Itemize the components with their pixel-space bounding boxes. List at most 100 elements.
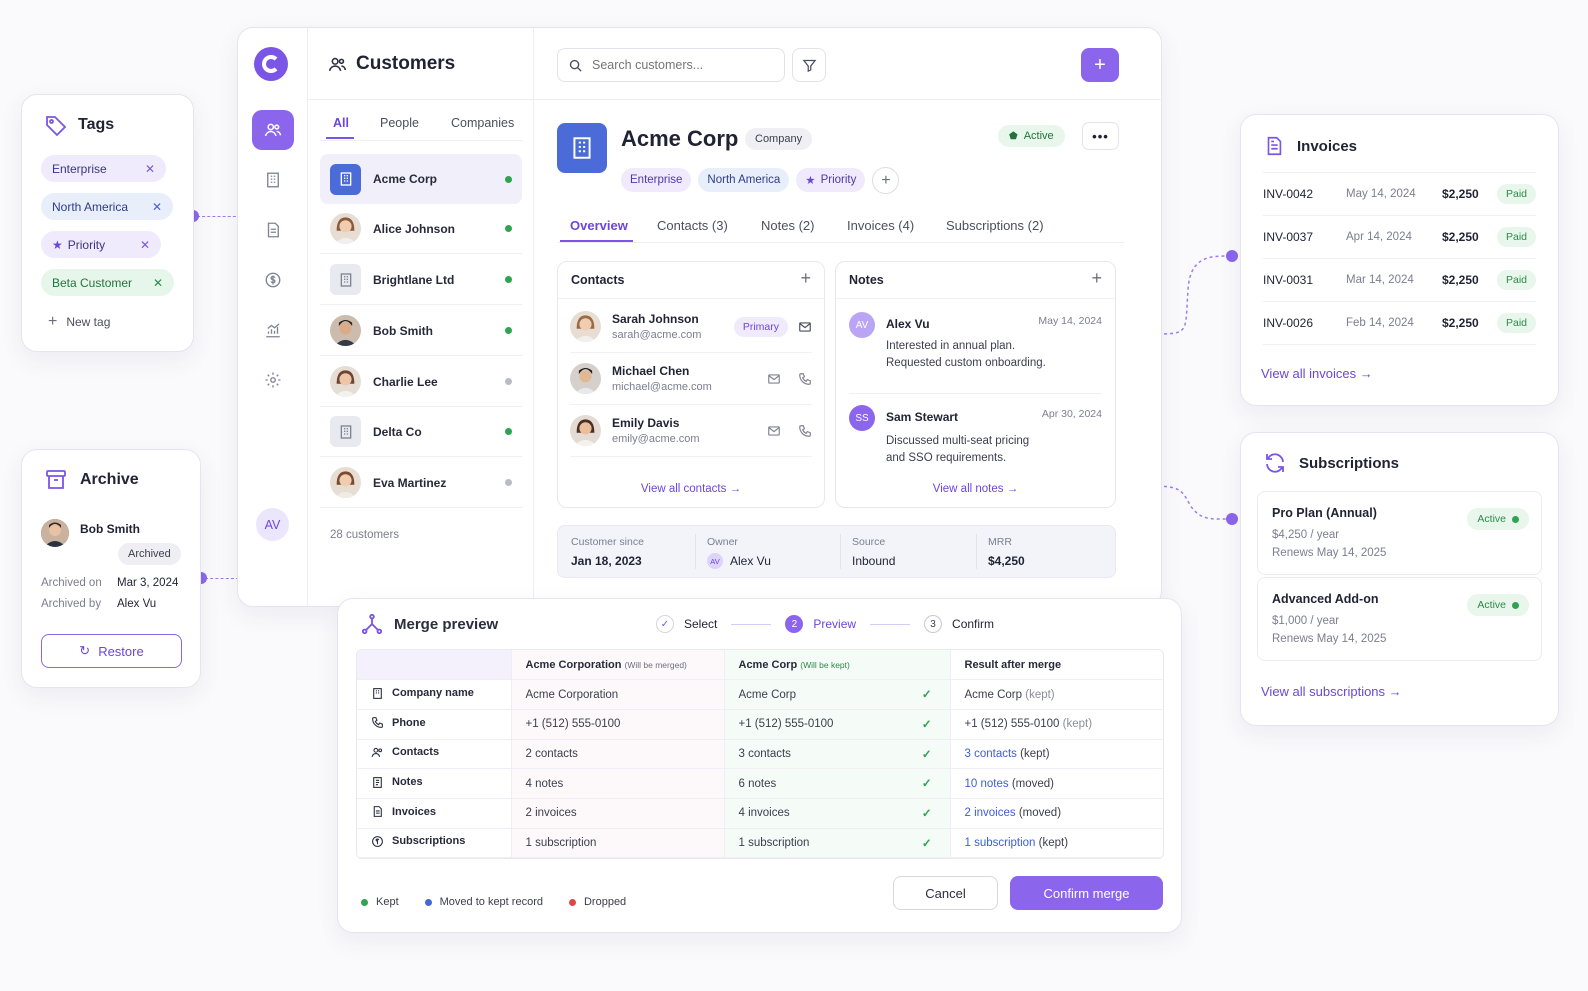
- contact-row[interactable]: Sarah Johnson sarah@acme.com Primary: [570, 301, 812, 353]
- subscription-item[interactable]: Advanced Add-on $1,000 / year Renews May…: [1257, 577, 1542, 661]
- legend-dropped: Dropped: [568, 896, 626, 908]
- customer-detail: + Acme Corp Company ⬟Active ••• Enterpri…: [534, 28, 1161, 606]
- add-customer-button[interactable]: +: [1081, 48, 1119, 82]
- more-button[interactable]: •••: [1082, 122, 1119, 150]
- tag-beta-customer[interactable]: Beta Customer ✕: [41, 269, 174, 296]
- app-logo[interactable]: [254, 47, 288, 81]
- phone-icon[interactable]: [798, 372, 812, 386]
- tag-enterprise[interactable]: Enterprise ✕: [41, 155, 166, 182]
- archived-name: Bob Smith: [80, 522, 140, 536]
- plus-icon: +: [48, 313, 58, 330]
- confirm-merge-button[interactable]: Confirm merge: [1010, 876, 1163, 910]
- legend-moved: Moved to kept record: [424, 896, 543, 908]
- list-item[interactable]: Alice Johnson: [320, 204, 522, 254]
- list-item[interactable]: Eva Martinez: [320, 458, 522, 508]
- status-badge: Active: [1467, 594, 1529, 616]
- tab-contacts[interactable]: Contacts (3): [657, 218, 728, 233]
- remove-icon[interactable]: ✕: [152, 200, 162, 214]
- users-icon: [264, 121, 282, 139]
- add-contact-button[interactable]: +: [800, 268, 811, 289]
- list-item[interactable]: Brightlane Ltd: [320, 255, 522, 305]
- cancel-button[interactable]: Cancel: [893, 876, 998, 910]
- archive-card: Archive Bob Smith Archived Archived on M…: [21, 449, 201, 688]
- restore-button[interactable]: ↻ Restore: [41, 634, 182, 668]
- tag-north-america[interactable]: North America: [698, 168, 790, 192]
- view-all-contacts-link[interactable]: View all contacts →: [558, 483, 824, 495]
- nav-companies[interactable]: [252, 160, 294, 200]
- archived-badge: Archived: [118, 543, 181, 565]
- invoice-row[interactable]: INV-0026 Feb 14, 2024 $2,250 Paid: [1263, 302, 1536, 345]
- status-badge: Paid: [1496, 227, 1536, 247]
- avatar: [570, 415, 601, 446]
- new-tag-button[interactable]: + New tag: [48, 313, 110, 331]
- tab-all[interactable]: All: [333, 116, 349, 130]
- building-icon: [371, 687, 384, 700]
- list-item[interactable]: Acme Corp: [320, 154, 522, 204]
- mail-icon[interactable]: [767, 424, 781, 438]
- tag-icon: [44, 113, 68, 137]
- company-logo: [557, 123, 607, 173]
- nav-documents[interactable]: [252, 210, 294, 250]
- nav-reports[interactable]: [252, 310, 294, 350]
- phone-icon[interactable]: [798, 424, 812, 438]
- invoice-row[interactable]: INV-0042 May 14, 2024 $2,250 Paid: [1263, 173, 1536, 216]
- mail-icon[interactable]: [798, 320, 812, 334]
- nav-billing[interactable]: [252, 260, 294, 300]
- customer-list-panel: Customers All People Companies Acme Corp…: [308, 28, 534, 606]
- tag-priority[interactable]: ★ Priority ✕: [41, 231, 161, 258]
- nav-customers[interactable]: [252, 110, 294, 150]
- building-icon: [264, 171, 282, 189]
- add-tag-button[interactable]: +: [872, 167, 900, 194]
- tags-card: Tags Enterprise ✕ North America ✕ ★ Priorit…: [21, 94, 194, 352]
- tab-overview[interactable]: Overview: [570, 218, 628, 233]
- step-confirm[interactable]: 3 Confirm: [924, 615, 994, 633]
- search-field[interactable]: [592, 58, 762, 72]
- status-dot: [505, 378, 512, 385]
- list-item[interactable]: Delta Co: [320, 407, 522, 457]
- invoice-row[interactable]: INV-0037 Apr 14, 2024 $2,250 Paid: [1263, 216, 1536, 259]
- tab-notes[interactable]: Notes (2): [761, 218, 814, 233]
- contact-row[interactable]: Emily Davis emily@acme.com: [570, 405, 812, 457]
- invoice-row[interactable]: INV-0031 Mar 14, 2024 $2,250 Paid: [1263, 259, 1536, 302]
- tag-north-america[interactable]: North America ✕: [41, 193, 173, 220]
- subscriptions-title: Subscriptions: [1299, 454, 1400, 472]
- tab-subscriptions[interactable]: Subscriptions (2): [946, 218, 1044, 233]
- mail-icon[interactable]: [767, 372, 781, 386]
- archive-title: Archive: [80, 471, 139, 488]
- contacts-panel: Contacts + Sarah Johnson sarah@acme.com P…: [557, 261, 825, 508]
- status-dot: [505, 225, 512, 232]
- check-icon: ✓: [921, 689, 932, 702]
- merge-title: Merge preview: [394, 615, 499, 633]
- step-preview[interactable]: 2 Preview: [785, 615, 856, 633]
- search-input[interactable]: [557, 48, 785, 82]
- customer-name: Acme Corp: [621, 126, 739, 151]
- star-icon: ★: [805, 175, 816, 187]
- view-all-notes-link[interactable]: View all notes →: [836, 483, 1115, 495]
- view-all-invoices-link[interactable]: View all invoices →: [1261, 366, 1373, 381]
- table-row: Company name Acme Corporation Acme Corp ✓ Ac…: [357, 679, 1163, 710]
- filter-button[interactable]: [792, 48, 826, 82]
- list-item[interactable]: Bob Smith: [320, 306, 522, 356]
- tab-people[interactable]: People: [380, 116, 419, 130]
- connector-dot: [1226, 250, 1238, 262]
- add-note-button[interactable]: +: [1091, 268, 1102, 289]
- check-icon: ✓: [921, 807, 932, 820]
- meta-strip: Customer since Jan 18, 2023 Owner AV Ale…: [557, 525, 1116, 578]
- user-avatar[interactable]: AV: [256, 508, 289, 541]
- view-all-subscriptions-link[interactable]: View all subscriptions →: [1261, 684, 1402, 699]
- tag-enterprise[interactable]: Enterprise: [621, 168, 692, 192]
- remove-icon[interactable]: ✕: [145, 162, 155, 176]
- tab-companies[interactable]: Companies: [451, 116, 514, 130]
- contact-row[interactable]: Michael Chen michael@acme.com: [570, 353, 812, 405]
- nav-settings[interactable]: [252, 360, 294, 400]
- step-select[interactable]: ✓ Select: [656, 615, 717, 633]
- list-item[interactable]: Charlie Lee: [320, 357, 522, 407]
- remove-icon[interactable]: ✕: [153, 276, 163, 290]
- subscription-item[interactable]: Pro Plan (Annual) $4,250 / year Renews M…: [1257, 491, 1542, 575]
- remove-icon[interactable]: ✕: [140, 238, 150, 252]
- status-dot: [505, 175, 512, 183]
- table-row: Phone +1 (512) 555-0100 +1 (512) 555-0100 ✓…: [357, 709, 1163, 740]
- tab-invoices[interactable]: Invoices (4): [847, 218, 914, 233]
- tag-priority[interactable]: ★ Priority: [796, 168, 866, 192]
- connector-dot: [1226, 513, 1238, 525]
